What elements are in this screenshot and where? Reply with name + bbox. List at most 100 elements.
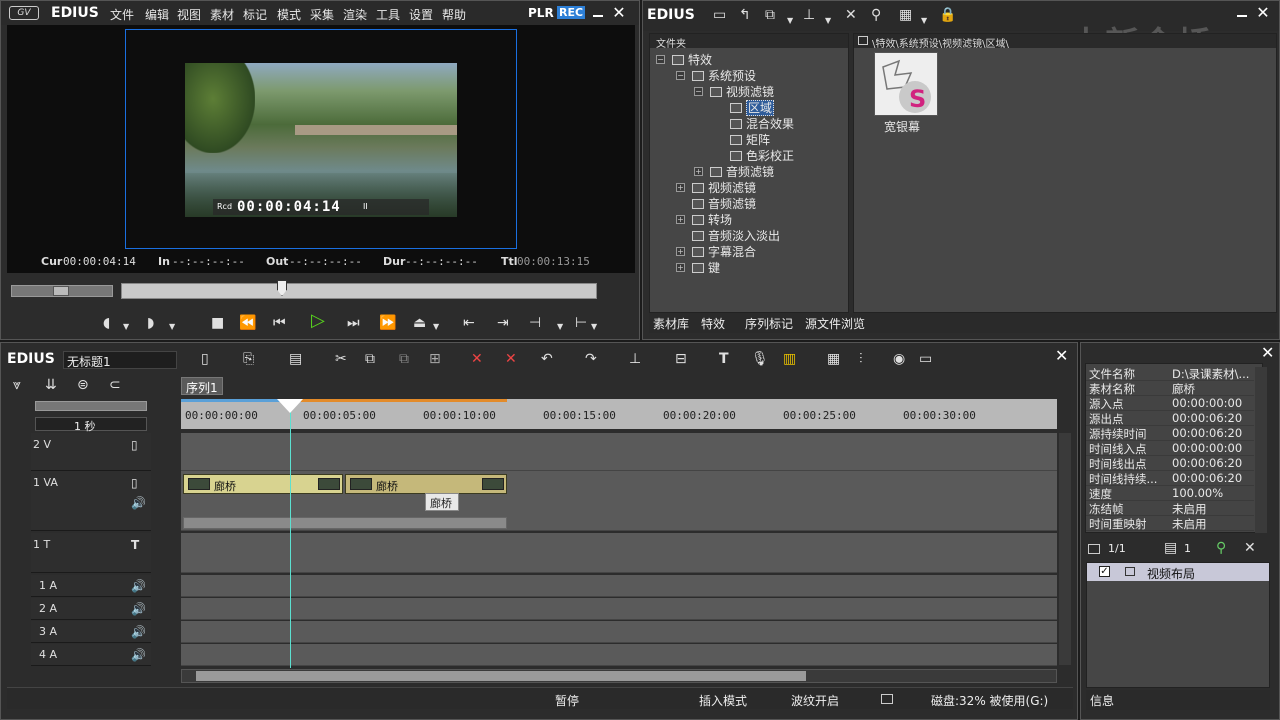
tree-title-mixer[interactable]: 字幕混合 bbox=[692, 243, 756, 260]
step-back-icon[interactable]: ⏮ bbox=[273, 315, 286, 331]
tree-keyers[interactable]: 键 bbox=[692, 259, 720, 276]
razor-icon[interactable]: ⊥ bbox=[629, 351, 641, 367]
view-icon[interactable]: ▦ bbox=[899, 7, 912, 23]
view-menu-icon[interactable]: ▼ bbox=[921, 13, 927, 29]
expand-icon[interactable]: + bbox=[676, 183, 685, 192]
vertical-scrollbar[interactable] bbox=[1059, 433, 1071, 665]
tab-effects[interactable]: 特效 bbox=[701, 315, 725, 332]
tree-audio-filters-root[interactable]: 音频滤镜 bbox=[692, 195, 756, 212]
track-header-3a[interactable]: 3 A 🔊 bbox=[31, 621, 151, 643]
track-header-1va[interactable]: 1 VA ▯ 🔊 bbox=[31, 471, 151, 531]
timeline-close-icon[interactable]: ✕ bbox=[1055, 348, 1068, 364]
track-header-2a[interactable]: 2 A 🔊 bbox=[31, 598, 151, 620]
tree-effects[interactable]: 特效 bbox=[672, 51, 712, 68]
cut-icon[interactable]: ✂ bbox=[335, 351, 347, 367]
tree-video-filters-root[interactable]: 视频滤镜 bbox=[692, 179, 756, 196]
scroll-thumb[interactable] bbox=[196, 671, 806, 681]
delete-clip-icon[interactable]: ✕ bbox=[471, 351, 483, 367]
timeline-settings-icon[interactable]: ⊟ bbox=[675, 351, 687, 367]
zoom-select[interactable]: 1 秒 bbox=[35, 417, 147, 433]
track-header-4a[interactable]: 4 A 🔊 bbox=[31, 644, 151, 666]
fast-forward-icon[interactable]: ⏩ bbox=[379, 315, 396, 331]
track-1t-area[interactable] bbox=[181, 533, 1057, 573]
prev-edit-icon[interactable]: ⇤ bbox=[463, 315, 475, 331]
tree-video-filters[interactable]: 视频滤镜 bbox=[710, 83, 774, 100]
expand-icon[interactable]: + bbox=[676, 215, 685, 224]
add-clip-menu-icon[interactable]: ▼ bbox=[787, 13, 793, 29]
export-icon[interactable]: ▥ bbox=[783, 351, 796, 367]
audio-mute-icon[interactable]: 🔊 bbox=[131, 624, 146, 640]
effect-widescreen[interactable]: S 宽银幕 bbox=[874, 52, 938, 134]
multicam-icon[interactable]: ▦ bbox=[827, 351, 840, 367]
menu-mode[interactable]: 模式 bbox=[277, 6, 301, 23]
tree-audio-filters-preset[interactable]: 音频滤镜 bbox=[710, 163, 774, 180]
sequence-tab[interactable]: 序列1 bbox=[181, 377, 223, 395]
audio-mute-icon[interactable]: 🔊 bbox=[131, 647, 146, 663]
expand-icon[interactable]: − bbox=[676, 71, 685, 80]
video-mute-icon[interactable]: ▯ bbox=[131, 475, 138, 491]
tab-source-browser[interactable]: 源文件浏览 bbox=[805, 315, 865, 332]
insert-menu-icon[interactable]: ▼ bbox=[557, 319, 563, 335]
minimize-icon[interactable] bbox=[593, 15, 603, 17]
folder-icon[interactable]: ▭ bbox=[713, 7, 726, 23]
undo-icon[interactable]: ↶ bbox=[541, 351, 553, 367]
horizontal-scrollbar[interactable] bbox=[181, 669, 1057, 683]
next-edit-icon[interactable]: ⇥ bbox=[497, 315, 509, 331]
snap-icon[interactable]: ⊜ bbox=[77, 377, 89, 393]
track-2a-area[interactable] bbox=[181, 598, 1057, 620]
voiceover-icon[interactable]: 🎙 bbox=[751, 351, 769, 367]
filter-item[interactable]: ✓ 视频布局 bbox=[1087, 563, 1269, 581]
menu-view[interactable]: 视图 bbox=[177, 6, 201, 23]
zoom-slider[interactable] bbox=[35, 401, 147, 411]
bin-minimize-icon[interactable] bbox=[1237, 15, 1247, 17]
step-forward-icon[interactable]: ⏭ bbox=[347, 315, 360, 331]
menu-render[interactable]: 渲染 bbox=[343, 6, 367, 23]
filter-checkbox[interactable]: ✓ bbox=[1099, 566, 1110, 577]
stop-icon[interactable]: ■ bbox=[211, 315, 224, 331]
delete-icon[interactable]: ✕ bbox=[845, 7, 857, 23]
loop-icon[interactable]: ⏏ bbox=[413, 315, 426, 331]
video-mute-icon[interactable]: ▯ bbox=[131, 437, 138, 453]
track-header-1t[interactable]: 1 T T bbox=[31, 533, 151, 573]
audio-mute-icon[interactable]: 🔊 bbox=[131, 601, 146, 617]
replace-icon[interactable]: ⊞ bbox=[429, 351, 441, 367]
set-in-menu-icon[interactable]: ▼ bbox=[123, 319, 129, 335]
tab-info[interactable]: 信息 bbox=[1090, 692, 1114, 709]
expand-icon[interactable]: − bbox=[694, 87, 703, 96]
mode-icon[interactable]: ⩔ bbox=[13, 377, 21, 393]
audio-clip-bar[interactable] bbox=[183, 517, 507, 529]
copy-icon[interactable]: ⧉ bbox=[365, 351, 375, 367]
lock-icon[interactable]: 🔒 bbox=[939, 7, 956, 23]
plr-button[interactable]: PLR bbox=[528, 6, 554, 20]
tree-transitions[interactable]: 转场 bbox=[692, 211, 732, 228]
menu-edit[interactable]: 编辑 bbox=[145, 6, 169, 23]
rewind-icon[interactable]: ⏪ bbox=[239, 315, 256, 331]
menu-help[interactable]: 帮助 bbox=[442, 6, 466, 23]
menu-clip[interactable]: 素材 bbox=[210, 6, 234, 23]
track-2v-area[interactable] bbox=[181, 433, 1057, 471]
project-name-field[interactable]: 无标题1 bbox=[63, 351, 177, 369]
insert-icon[interactable]: ⊣ bbox=[529, 315, 541, 331]
save-project-icon[interactable]: ▤ bbox=[289, 351, 302, 367]
new-sequence-icon[interactable]: ▯ bbox=[201, 351, 209, 367]
set-out-menu-icon[interactable]: ▼ bbox=[169, 319, 175, 335]
properties-icon[interactable]: ⚲ bbox=[871, 7, 881, 23]
color-wheel-icon[interactable]: ◉ bbox=[893, 351, 905, 367]
layer-icon[interactable]: ▤ bbox=[1164, 540, 1177, 556]
up-folder-icon[interactable]: ↰ bbox=[739, 7, 751, 23]
play-icon[interactable]: ▷ bbox=[311, 312, 325, 330]
set-in-icon[interactable]: ◖ bbox=[103, 315, 110, 331]
menu-file[interactable]: 文件 bbox=[110, 6, 134, 23]
tab-sequence-markers[interactable]: 序列标记 bbox=[745, 315, 793, 332]
loop-menu-icon[interactable]: ▼ bbox=[433, 319, 439, 335]
layout-icon[interactable]: ▭ bbox=[919, 351, 932, 367]
ripple-delete-icon[interactable]: ✕ bbox=[505, 351, 517, 367]
tree-color-correction[interactable]: 色彩校正 bbox=[730, 147, 794, 164]
timeline-clip[interactable]: 廊桥 bbox=[183, 474, 343, 494]
audio-mute-icon[interactable]: 🔊 bbox=[131, 495, 146, 511]
tree-blend-effects[interactable]: 混合效果 bbox=[730, 115, 794, 132]
expand-icon[interactable]: + bbox=[694, 167, 703, 176]
info-close-icon[interactable]: ✕ bbox=[1261, 345, 1274, 361]
add-to-timeline-icon[interactable]: ⊥ bbox=[803, 7, 815, 23]
bin-close-icon[interactable]: ✕ bbox=[1255, 5, 1271, 21]
